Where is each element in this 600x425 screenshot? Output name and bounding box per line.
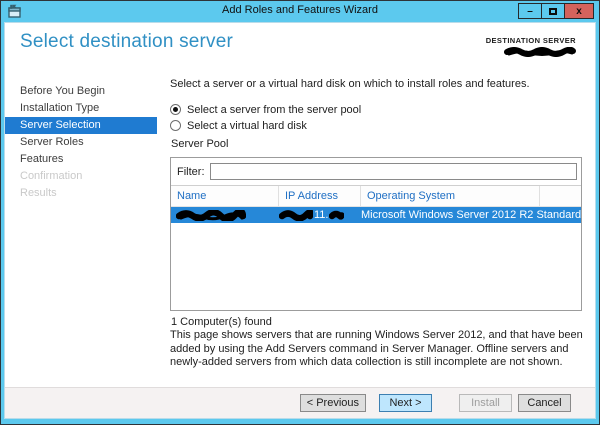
close-button[interactable]: x — [564, 3, 594, 19]
title-bar[interactable]: Add Roles and Features Wizard – x — [1, 1, 599, 22]
server-table-header: Name IP Address Operating System — [171, 185, 581, 207]
wizard-body: Select destination server DESTINATION SE… — [4, 22, 596, 419]
filter-input[interactable] — [210, 163, 578, 180]
column-header-name[interactable]: Name — [171, 186, 279, 206]
sidebar-item-before-you-begin[interactable]: Before You Begin — [5, 83, 157, 100]
radio-button-icon — [170, 104, 181, 115]
redacted-server-name — [176, 210, 246, 221]
column-header-ip-address[interactable]: IP Address — [279, 186, 361, 206]
next-button[interactable]: Next > — [379, 394, 432, 412]
sidebar-item-server-roles[interactable]: Server Roles — [5, 134, 157, 151]
radio-label: Select a virtual hard disk — [187, 120, 307, 132]
previous-button[interactable]: < Previous — [300, 394, 366, 412]
sidebar-item-results: Results — [5, 185, 157, 202]
column-header-spacer — [540, 186, 581, 206]
screenshot: Add Roles and Features Wizard – x Select… — [0, 0, 600, 425]
redacted-ip-part — [279, 210, 313, 221]
server-table-row-selected[interactable]: 11. Microsoft Windows Server 2012 R2 Sta… — [171, 207, 581, 223]
maximize-icon — [549, 8, 557, 15]
radio-button-icon — [170, 120, 181, 131]
window-title: Add Roles and Features Wizard — [1, 4, 599, 16]
minimize-button[interactable]: – — [518, 3, 542, 19]
server-pool-box: Filter: Name IP Address Operating System — [170, 157, 582, 311]
redacted-destination-server — [504, 47, 576, 57]
sidebar-item-confirmation: Confirmation — [5, 168, 157, 185]
page-description: This page shows servers that are running… — [170, 329, 584, 370]
redacted-ip-part — [329, 210, 344, 221]
destination-server-block: DESTINATION SERVER — [486, 36, 576, 57]
radio-server-pool[interactable]: Select a server from the server pool — [170, 102, 361, 117]
column-header-operating-system[interactable]: Operating System — [361, 186, 540, 206]
server-ip-cell: 11. — [279, 209, 361, 221]
destination-type-radio-group: Select a server from the server pool Sel… — [170, 102, 361, 134]
intro-text: Select a server or a virtual hard disk o… — [170, 78, 580, 90]
maximize-button[interactable] — [541, 3, 565, 19]
wizard-steps-sidebar: Before You Begin Installation Type Serve… — [5, 83, 165, 202]
computers-found-count: 1 Computer(s) found — [171, 316, 272, 328]
sidebar-item-installation-type[interactable]: Installation Type — [5, 100, 157, 117]
wizard-window: Add Roles and Features Wizard – x Select… — [0, 0, 600, 425]
sidebar-item-features[interactable]: Features — [5, 151, 157, 168]
window-controls: – x — [519, 3, 594, 19]
install-button: Install — [459, 394, 512, 412]
radio-virtual-hard-disk[interactable]: Select a virtual hard disk — [170, 118, 361, 133]
cancel-button[interactable]: Cancel — [518, 394, 571, 412]
sidebar-item-server-selection[interactable]: Server Selection — [5, 117, 157, 134]
wizard-button-bar: < Previous Next > Install Cancel — [5, 387, 595, 418]
server-name-cell — [171, 210, 279, 221]
ip-visible-fragment: 11. — [314, 209, 328, 221]
filter-label: Filter: — [177, 166, 205, 178]
server-pool-section-label: Server Pool — [171, 138, 228, 150]
filter-row: Filter: — [171, 158, 581, 185]
radio-label: Select a server from the server pool — [187, 104, 361, 116]
destination-server-label: DESTINATION SERVER — [486, 36, 576, 45]
server-os-cell: Microsoft Windows Server 2012 R2 Standar… — [361, 209, 540, 221]
page-title: Select destination server — [20, 31, 233, 53]
